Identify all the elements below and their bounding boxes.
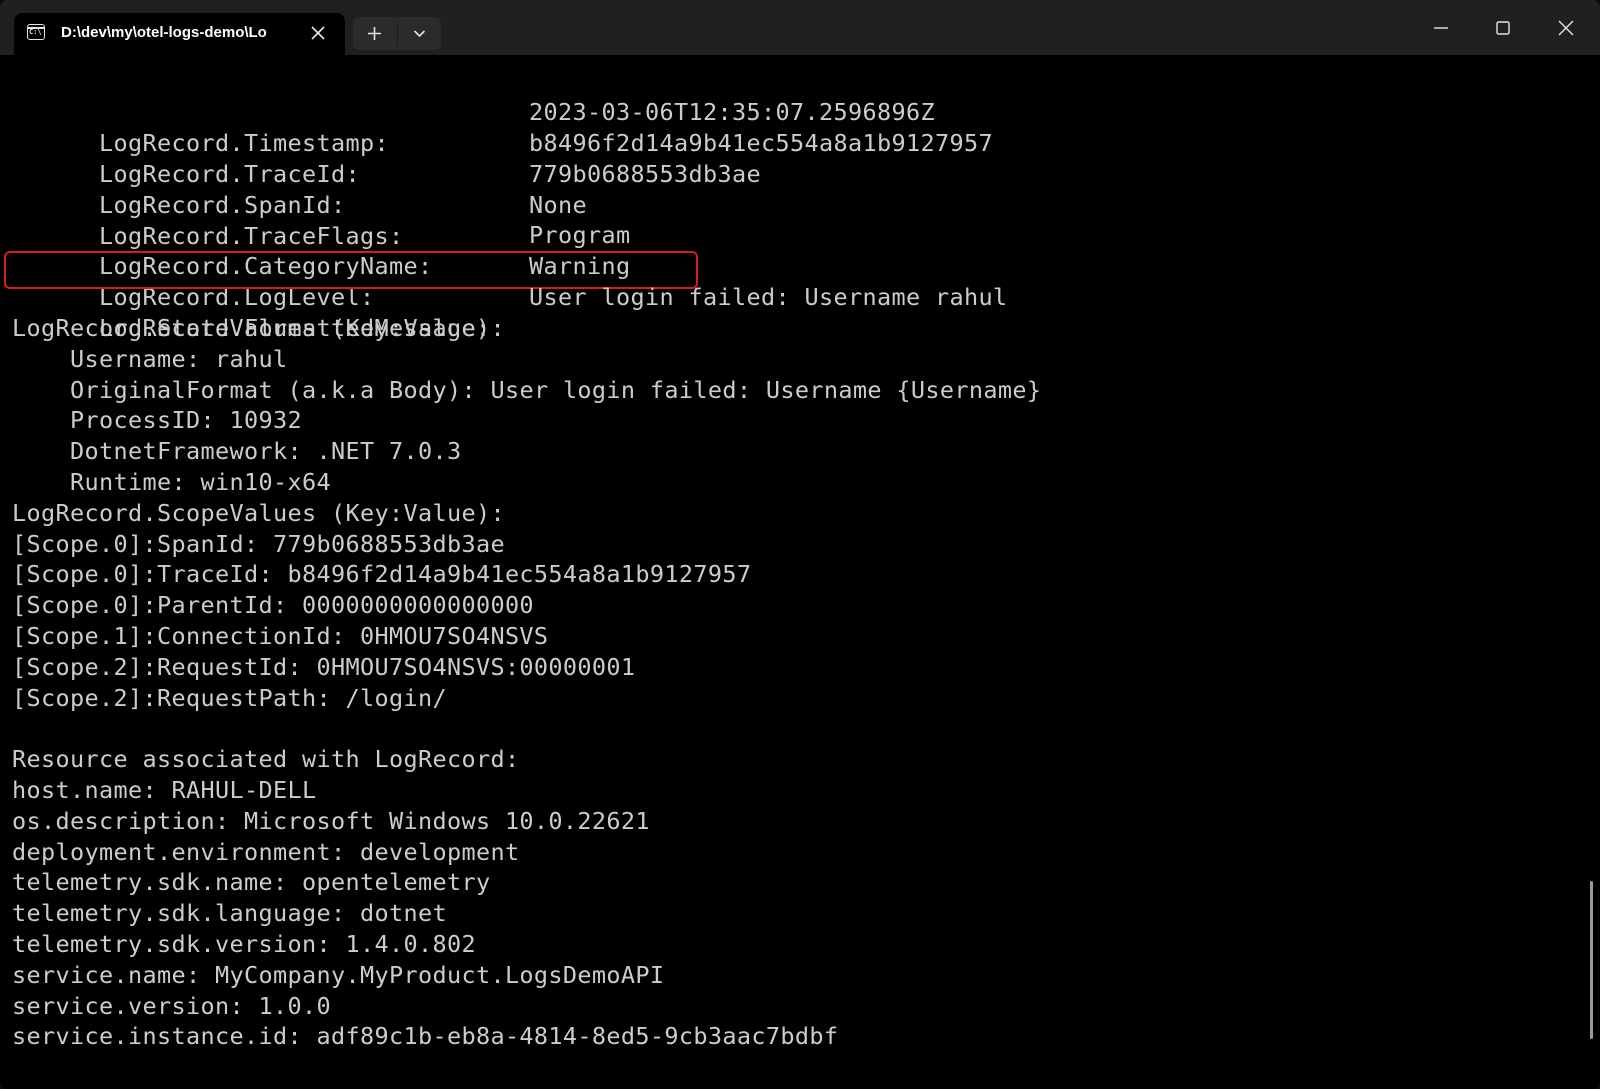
log-field-categoryname: LogRecord.CategoryName: Program xyxy=(12,220,630,280)
close-icon xyxy=(311,26,325,40)
maximize-button[interactable] xyxy=(1472,0,1534,55)
close-window-button[interactable] xyxy=(1535,0,1597,55)
chevron-down-icon xyxy=(413,30,426,38)
scrollbar-thumb[interactable] xyxy=(1590,881,1593,1039)
minimize-icon xyxy=(1434,27,1448,29)
resource-attribute-line: os.description: Microsoft Windows 10.0.2… xyxy=(12,807,650,835)
log-field-formattedmessage: LogRecord.FormattedMessage: User login fa… xyxy=(12,282,1007,342)
scope-value-line: [Scope.2]:RequestPath: /login/ xyxy=(12,684,447,712)
tab-title: D:\dev\my\otel-logs-demo\Lo xyxy=(61,24,267,41)
state-value-line: DotnetFramework: .NET 7.0.3 xyxy=(70,437,462,465)
field-value: 2023-03-06T12:35:07.2596896Z xyxy=(529,98,935,126)
maximize-icon xyxy=(1496,21,1510,35)
scope-value-line: [Scope.0]:SpanId: 779b0688553db3ae xyxy=(12,530,505,558)
log-field-spanid: LogRecord.SpanId: 779b0688553db3ae xyxy=(12,159,761,219)
field-value: 779b0688553db3ae xyxy=(529,160,761,188)
plus-icon xyxy=(368,27,381,40)
field-value: Program xyxy=(529,221,631,249)
terminal-output[interactable]: LogRecord.Timestamp: 2023-03-06T12:35:07.… xyxy=(0,55,1600,1089)
scope-value-line: [Scope.1]:ConnectionId: 0HMOU7SO4NSVS xyxy=(12,622,549,650)
resource-header: Resource associated with LogRecord: xyxy=(12,745,520,773)
log-field-timestamp: LogRecord.Timestamp: 2023-03-06T12:35:07.… xyxy=(12,97,935,157)
tab-active[interactable]: C:\ D:\dev\my\otel-logs-demo\Lo xyxy=(14,13,345,55)
resource-attribute-line: host.name: RAHUL-DELL xyxy=(12,776,317,804)
minimize-button[interactable] xyxy=(1410,0,1472,55)
new-tab-button[interactable] xyxy=(353,17,396,50)
log-field-traceid: LogRecord.TraceId: b8496f2d14a9b41ec554a8… xyxy=(12,128,993,188)
scope-value-line: [Scope.0]:TraceId: b8496f2d14a9b41ec554a… xyxy=(12,560,752,588)
resource-attribute-line: deployment.environment: development xyxy=(12,838,520,866)
close-icon xyxy=(1558,20,1574,36)
new-tab-group xyxy=(353,17,441,50)
terminal-icon: C:\ xyxy=(27,24,45,40)
state-value-line: Runtime: win10-x64 xyxy=(70,468,331,496)
resource-attribute-line: service.version: 1.0.0 xyxy=(12,992,331,1020)
resource-attribute-line: telemetry.sdk.name: opentelemetry xyxy=(12,868,491,896)
scope-value-line: [Scope.2]:RequestId: 0HMOU7SO4NSVS:00000… xyxy=(12,653,636,681)
title-bar[interactable]: C:\ D:\dev\my\otel-logs-demo\Lo xyxy=(0,0,1600,55)
tab-dropdown-button[interactable] xyxy=(398,17,441,50)
tab-close-button[interactable] xyxy=(307,22,329,44)
resource-attribute-line: service.name: MyCompany.MyProduct.LogsDe… xyxy=(12,961,665,989)
resource-attribute-line: telemetry.sdk.language: dotnet xyxy=(12,899,447,927)
resource-attribute-line: telemetry.sdk.version: 1.4.0.802 xyxy=(12,930,476,958)
state-value-line: ProcessID: 10932 xyxy=(70,406,302,434)
field-value: User login failed: Username rahul xyxy=(529,283,1008,311)
state-values-header: LogRecord.StateValues (Key:Value): xyxy=(12,314,505,342)
state-value-line: OriginalFormat (a.k.a Body): User login … xyxy=(70,376,1042,404)
resource-attribute-line: service.instance.id: adf89c1b-eb8a-4814-… xyxy=(12,1022,839,1050)
scope-value-line: [Scope.0]:ParentId: 0000000000000000 xyxy=(12,591,534,619)
field-value: b8496f2d14a9b41ec554a8a1b9127957 xyxy=(529,129,993,157)
state-value-line: Username: rahul xyxy=(70,345,288,373)
field-value: None xyxy=(529,191,587,219)
terminal-window: C:\ D:\dev\my\otel-logs-demo\Lo LogRecor… xyxy=(0,0,1600,1089)
scope-values-header: LogRecord.ScopeValues (Key:Value): xyxy=(12,499,505,527)
log-field-traceflags: LogRecord.TraceFlags: None xyxy=(12,190,587,250)
